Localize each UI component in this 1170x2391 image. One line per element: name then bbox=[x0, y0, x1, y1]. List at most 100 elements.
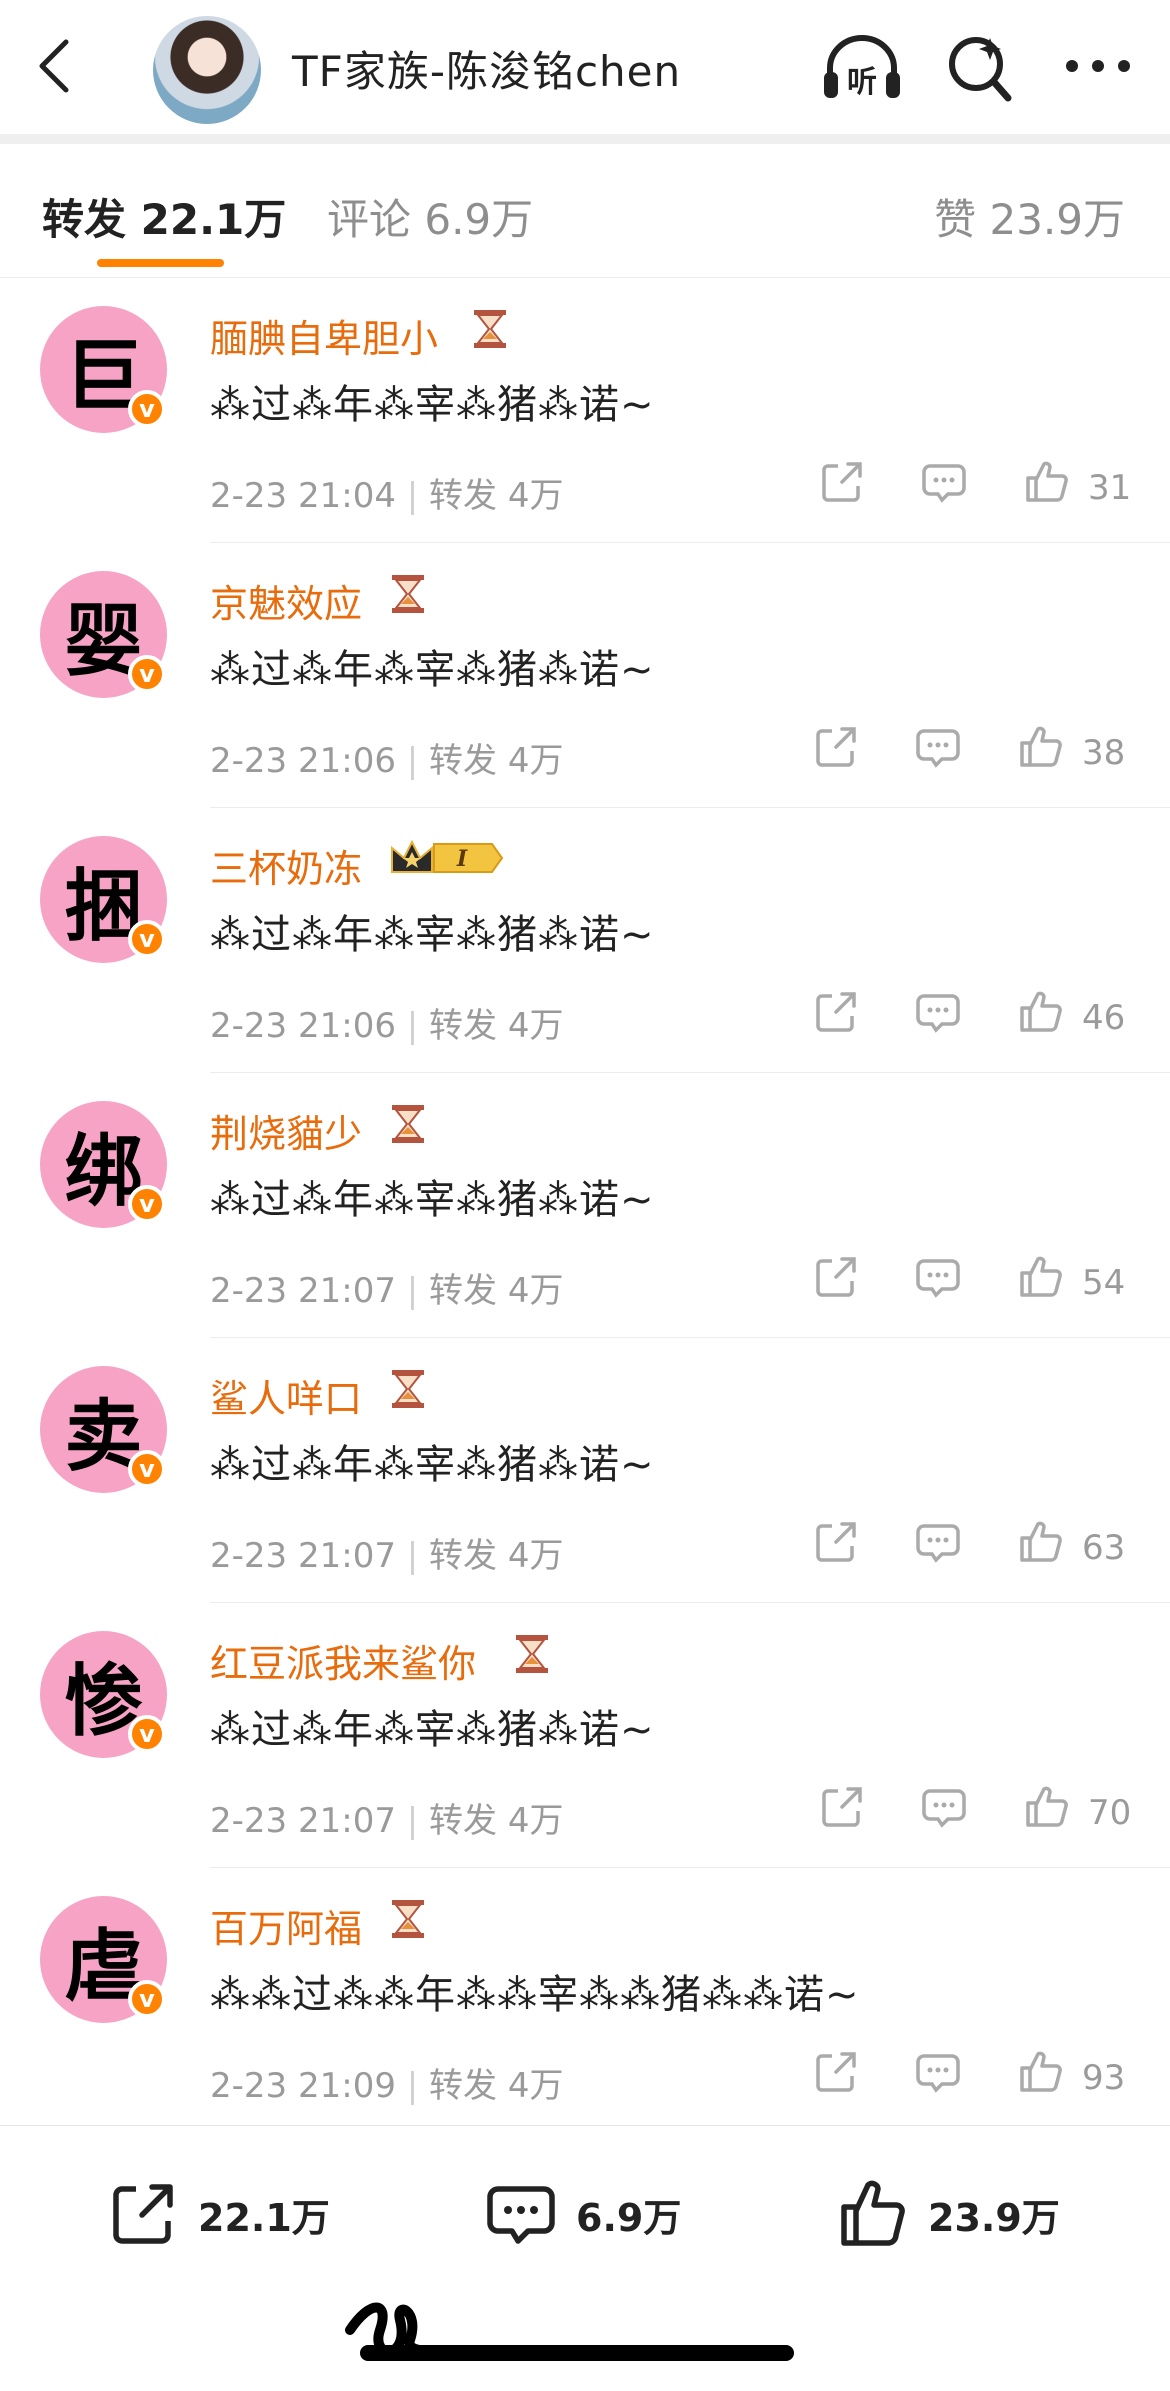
username[interactable]: 三杯奶冻 bbox=[210, 838, 362, 893]
list-item[interactable]: 卖 v 鲨人咩口 ⁂过⁂年⁂宰⁂猪⁂诺~ 2-23 21:07 | 转发 4万 … bbox=[0, 1338, 1170, 1603]
list-item[interactable]: 绑 v 荆烧貓少 ⁂过⁂年⁂宰⁂猪⁂诺~ 2-23 21:07 | 转发 4万 … bbox=[0, 1073, 1170, 1338]
page-title[interactable]: TF家族-陈浚铭chen bbox=[292, 38, 681, 99]
comment-icon[interactable] bbox=[914, 1518, 962, 1566]
hourglass-icon bbox=[392, 1105, 424, 1143]
hourglass-icon bbox=[392, 1370, 424, 1408]
repost-total: 22.1万 bbox=[198, 2195, 330, 2240]
tab-comment[interactable]: 评论 6.9万 bbox=[327, 186, 533, 247]
comment-icon[interactable] bbox=[920, 1783, 968, 1831]
repost-content: ⁂⁂过⁂⁂年⁂⁂宰⁂⁂猪⁂⁂诺~ bbox=[210, 1972, 860, 2018]
comment-icon[interactable] bbox=[920, 458, 968, 506]
like-total: 23.9万 bbox=[928, 2195, 1060, 2240]
list-item[interactable]: 捆 v 三杯奶冻 I ⁂过⁂年⁂宰⁂猪⁂诺~ 2-23 21:06 | 转发 4… bbox=[0, 808, 1170, 1073]
repost-count: 转发 4万 bbox=[429, 1006, 564, 1046]
like-icon bbox=[841, 2180, 905, 2246]
username[interactable]: 京魅效应 bbox=[210, 573, 362, 628]
comment-button[interactable]: 6.9万 bbox=[484, 2174, 681, 2254]
share-icon[interactable] bbox=[818, 1783, 866, 1831]
crown-badge-icon: I bbox=[391, 839, 504, 873]
tab-repost[interactable]: 转发 22.1万 bbox=[42, 186, 286, 247]
verified-badge-icon: v bbox=[128, 920, 166, 958]
username[interactable]: 百万阿福 bbox=[210, 1898, 362, 1953]
like-button[interactable]: 23.9万 bbox=[836, 2174, 1060, 2254]
repost-count: 转发 4万 bbox=[429, 1801, 564, 1841]
repost-meta: 2-23 21:07 | 转发 4万 bbox=[210, 1536, 564, 1576]
username[interactable]: 腼腆自卑胆小 bbox=[210, 308, 438, 363]
repost-content: ⁂过⁂年⁂宰⁂猪⁂诺~ bbox=[210, 1177, 655, 1223]
username[interactable]: 荆烧貓少 bbox=[210, 1103, 362, 1158]
timestamp: 2-23 21:06 bbox=[210, 741, 396, 781]
verified-badge-icon: v bbox=[128, 1185, 166, 1223]
bottom-action-bar: 22.1万 6.9万 23.9万 bbox=[0, 2125, 1170, 2286]
list-item[interactable]: 婴 v 京魅效应 ⁂过⁂年⁂宰⁂猪⁂诺~ 2-23 21:06 | 转发 4万 … bbox=[0, 543, 1170, 808]
like-count: 46 bbox=[1082, 998, 1126, 1038]
more-icon[interactable] bbox=[1058, 30, 1138, 105]
listen-label: 听 bbox=[847, 65, 877, 100]
repost-content: ⁂过⁂年⁂宰⁂猪⁂诺~ bbox=[210, 647, 655, 693]
repost-meta: 2-23 21:09 | 转发 4万 bbox=[210, 2066, 564, 2106]
share-icon[interactable] bbox=[812, 1518, 860, 1566]
timestamp: 2-23 21:09 bbox=[210, 2066, 396, 2106]
repost-content: ⁂过⁂年⁂宰⁂猪⁂诺~ bbox=[210, 1442, 655, 1488]
comment-icon[interactable] bbox=[914, 723, 962, 771]
share-icon[interactable] bbox=[818, 458, 866, 506]
verified-badge-icon: v bbox=[128, 1715, 166, 1753]
username[interactable]: 红豆派我来鲨你 bbox=[210, 1633, 476, 1688]
like-icon[interactable] bbox=[1016, 988, 1064, 1036]
verified-badge-icon: v bbox=[128, 1980, 166, 2018]
comment-icon[interactable] bbox=[914, 1253, 962, 1301]
active-tab-indicator bbox=[97, 259, 224, 267]
like-count: 63 bbox=[1082, 1528, 1126, 1568]
share-icon[interactable] bbox=[812, 723, 860, 771]
list-item[interactable]: 惨 v 红豆派我来鲨你 ⁂过⁂年⁂宰⁂猪⁂诺~ 2-23 21:07 | 转发 … bbox=[0, 1603, 1170, 1868]
listen-icon[interactable]: 听 bbox=[822, 30, 902, 105]
repost-meta: 2-23 21:06 | 转发 4万 bbox=[210, 741, 564, 781]
repost-meta: 2-23 21:07 | 转发 4万 bbox=[210, 1271, 564, 1311]
timestamp: 2-23 21:07 bbox=[210, 1801, 396, 1841]
verified-badge-icon: v bbox=[128, 655, 166, 693]
comment-total: 6.9万 bbox=[576, 2195, 682, 2240]
search-sparkle-icon[interactable] bbox=[942, 30, 1022, 105]
share-icon bbox=[113, 2184, 173, 2244]
comment-icon[interactable] bbox=[914, 988, 962, 1036]
list-item[interactable]: 虐 v 百万阿福 ⁂⁂过⁂⁂年⁂⁂宰⁂⁂猪⁂⁂诺~ 2-23 21:09 | 转… bbox=[0, 1868, 1170, 2133]
like-icon[interactable] bbox=[1016, 2048, 1064, 2096]
timestamp: 2-23 21:06 bbox=[210, 1006, 396, 1046]
like-icon[interactable] bbox=[1022, 1783, 1070, 1831]
engagement-tabs: 转发 22.1万 评论 6.9万 赞 23.9万 bbox=[0, 144, 1170, 278]
repost-meta: 2-23 21:04 | 转发 4万 bbox=[210, 476, 564, 516]
like-icon[interactable] bbox=[1022, 458, 1070, 506]
timestamp: 2-23 21:04 bbox=[210, 476, 396, 516]
repost-meta: 2-23 21:06 | 转发 4万 bbox=[210, 1006, 564, 1046]
share-icon[interactable] bbox=[812, 1253, 860, 1301]
like-icon[interactable] bbox=[1016, 723, 1064, 771]
like-icon[interactable] bbox=[1016, 1518, 1064, 1566]
list-item[interactable]: 巨 v 腼腆自卑胆小 ⁂过⁂年⁂宰⁂猪⁂诺~ 2-23 21:04 | 转发 4… bbox=[0, 278, 1170, 543]
profile-avatar[interactable] bbox=[153, 16, 261, 124]
header-divider bbox=[0, 134, 1170, 144]
crown-level: I bbox=[456, 846, 468, 872]
home-indicator[interactable] bbox=[360, 2345, 794, 2361]
timestamp: 2-23 21:07 bbox=[210, 1536, 396, 1576]
like-count: 93 bbox=[1082, 2058, 1126, 2098]
share-icon[interactable] bbox=[812, 988, 860, 1036]
like-count: 54 bbox=[1082, 1263, 1126, 1303]
verified-badge-icon: v bbox=[128, 1450, 166, 1488]
back-icon[interactable] bbox=[30, 36, 80, 96]
username[interactable]: 鲨人咩口 bbox=[210, 1368, 362, 1423]
repost-content: ⁂过⁂年⁂宰⁂猪⁂诺~ bbox=[210, 382, 655, 428]
like-icon[interactable] bbox=[1016, 1253, 1064, 1301]
like-count: 70 bbox=[1088, 1793, 1132, 1833]
repost-count: 转发 4万 bbox=[429, 1271, 564, 1311]
like-count: 31 bbox=[1088, 468, 1132, 508]
comment-icon[interactable] bbox=[914, 2048, 962, 2096]
tab-like[interactable]: 赞 23.9万 bbox=[934, 186, 1125, 247]
repost-count: 转发 4万 bbox=[429, 2066, 564, 2106]
timestamp: 2-23 21:07 bbox=[210, 1271, 396, 1311]
repost-button[interactable]: 22.1万 bbox=[106, 2174, 330, 2254]
repost-meta: 2-23 21:07 | 转发 4万 bbox=[210, 1801, 564, 1841]
repost-count: 转发 4万 bbox=[429, 476, 564, 516]
share-icon[interactable] bbox=[812, 2048, 860, 2096]
comment-icon bbox=[487, 2186, 555, 2244]
verified-badge-icon: v bbox=[128, 390, 166, 428]
